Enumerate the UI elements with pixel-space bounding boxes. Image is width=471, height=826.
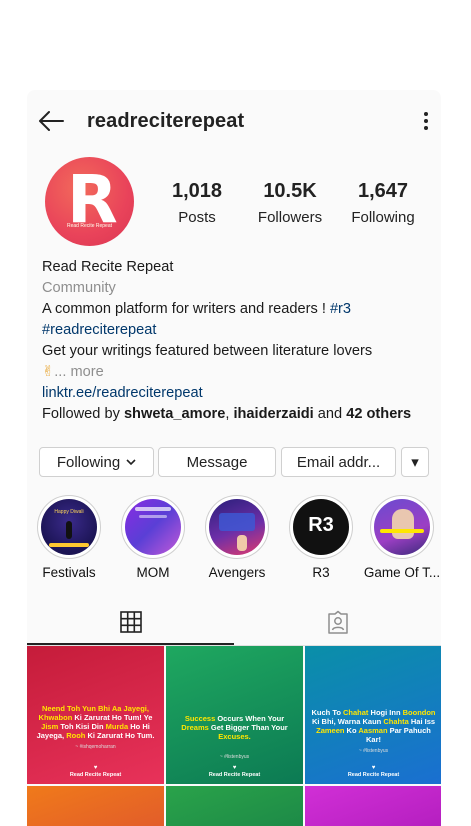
grid-icon: [119, 611, 142, 633]
chevron-down-icon: [126, 458, 136, 465]
post-tag: ~ #ishqemoharran: [75, 744, 116, 750]
highlight-game-of-thrones[interactable]: Game Of T...: [362, 495, 441, 580]
avatar-caption: Read Recite Repeat: [66, 223, 113, 229]
post-brand-label: Read Recite Repeat: [208, 772, 261, 778]
followers-label: Followers: [257, 209, 323, 226]
highlight-thumbnail: [209, 499, 265, 555]
highlight-r3[interactable]: R3 R3: [281, 495, 361, 580]
heart-icon: ♥: [93, 765, 98, 771]
hashtag-link[interactable]: #r3: [330, 301, 351, 317]
bio-category: Community: [42, 280, 116, 296]
post-grid: Neend Toh Yun Bhi Aa Jayegi, Khwabon Ki …: [27, 646, 441, 826]
highlight-inner-text: R3: [308, 514, 334, 536]
post-quote-text: Neend Toh Yun Bhi Aa Jayegi, Khwabon Ki …: [36, 704, 155, 740]
following-button[interactable]: Following: [39, 447, 154, 477]
highlight-label: MOM: [136, 565, 170, 580]
hashtag-link[interactable]: #readreciterepeat: [42, 320, 437, 341]
top-bar: readreciterepeat: [27, 90, 441, 152]
tab-tagged-posts[interactable]: [234, 599, 441, 645]
post-quote-text: Kuch To Chahat Hogi Inn Boondon Ki Bhi, …: [311, 708, 436, 744]
post-brand-label: Read Recite Repeat: [347, 772, 400, 778]
highlight-festivals[interactable]: Happy Diwali Festivals: [29, 495, 109, 580]
post-thumbnail[interactable]: [27, 786, 164, 826]
post-quote-text: Success Occurs When Your Dreams Get Bigg…: [181, 714, 288, 741]
profile-avatar[interactable]: R Read Recite Repeat: [45, 157, 134, 246]
highlight-thumbnail: Happy Diwali: [41, 499, 97, 555]
post-thumbnail[interactable]: Success Occurs When Your Dreams Get Bigg…: [166, 646, 303, 784]
followers-count[interactable]: 10.5K Followers: [253, 180, 327, 226]
highlight-inner-text: Happy Diwali: [54, 509, 84, 515]
followed-by-line[interactable]: Followed by shweta_amore, ihaiderzaidi a…: [42, 404, 437, 425]
victory-emoji-icon: ✌: [42, 364, 55, 380]
bio-more-line: ✌... more: [42, 362, 437, 383]
highlight-label: Festivals: [42, 565, 96, 580]
profile-username: readreciterepeat: [87, 110, 245, 132]
following-button-label: Following: [56, 453, 121, 471]
following-count[interactable]: 1,647 Following: [347, 180, 419, 226]
post-thumbnail[interactable]: [166, 786, 303, 826]
post-thumbnail[interactable]: Kuch To Chahat Hogi Inn Boondon Ki Bhi, …: [305, 646, 441, 784]
highlight-thumbnail: [374, 499, 430, 555]
highlight-thumbnail: R3: [293, 499, 349, 555]
bio-description-line: A common platform for writers and reader…: [42, 301, 352, 317]
heart-icon: ♥: [232, 765, 237, 771]
post-tag: ~ #listenbyus: [219, 754, 250, 760]
posts-count[interactable]: 1,018 Posts: [165, 180, 229, 226]
back-arrow-icon[interactable]: [37, 108, 65, 134]
highlight-mom[interactable]: MOM: [113, 495, 193, 580]
profile-screen: readreciterepeat R Read Recite Repeat 1,…: [27, 90, 441, 826]
highlight-label: R3: [312, 565, 330, 580]
post-brand-label: Read Recite Repeat: [69, 772, 122, 778]
suggested-dropdown-button[interactable]: ▾: [401, 447, 429, 477]
posts-label: Posts: [178, 209, 216, 226]
highlight-avengers[interactable]: Avengers: [197, 495, 277, 580]
bio-description-line: Get your writings featured between liter…: [42, 343, 373, 359]
profile-bio: Read Recite Repeat Community A common pl…: [42, 257, 437, 425]
profile-tabs: [27, 599, 441, 646]
bio-more-link[interactable]: ... more: [54, 364, 103, 380]
tagged-person-icon: [327, 610, 348, 634]
post-thumbnail[interactable]: [305, 786, 441, 826]
highlight-thumbnail: [125, 499, 181, 555]
highlight-label: Game Of T...: [363, 565, 441, 580]
tab-grid-posts[interactable]: [27, 599, 234, 645]
followers-value: 10.5K: [263, 180, 317, 202]
heart-icon: ♥: [371, 765, 376, 771]
bio-name: Read Recite Repeat: [42, 259, 174, 275]
message-button[interactable]: Message: [158, 447, 276, 477]
post-tag: ~ #listenbyus: [358, 748, 389, 754]
story-highlights: Happy Diwali Festivals MOM Avengers R3 R…: [27, 495, 441, 585]
more-options-icon[interactable]: [421, 110, 431, 132]
highlight-label: Avengers: [208, 565, 266, 580]
bio-website-link[interactable]: linktr.ee/readreciterepeat: [42, 383, 437, 404]
post-thumbnail[interactable]: Neend Toh Yun Bhi Aa Jayegi, Khwabon Ki …: [27, 646, 164, 784]
posts-value: 1,018: [171, 180, 223, 202]
following-label: Following: [351, 209, 415, 226]
following-value: 1,647: [357, 180, 409, 202]
email-button[interactable]: Email addr...: [281, 447, 396, 477]
